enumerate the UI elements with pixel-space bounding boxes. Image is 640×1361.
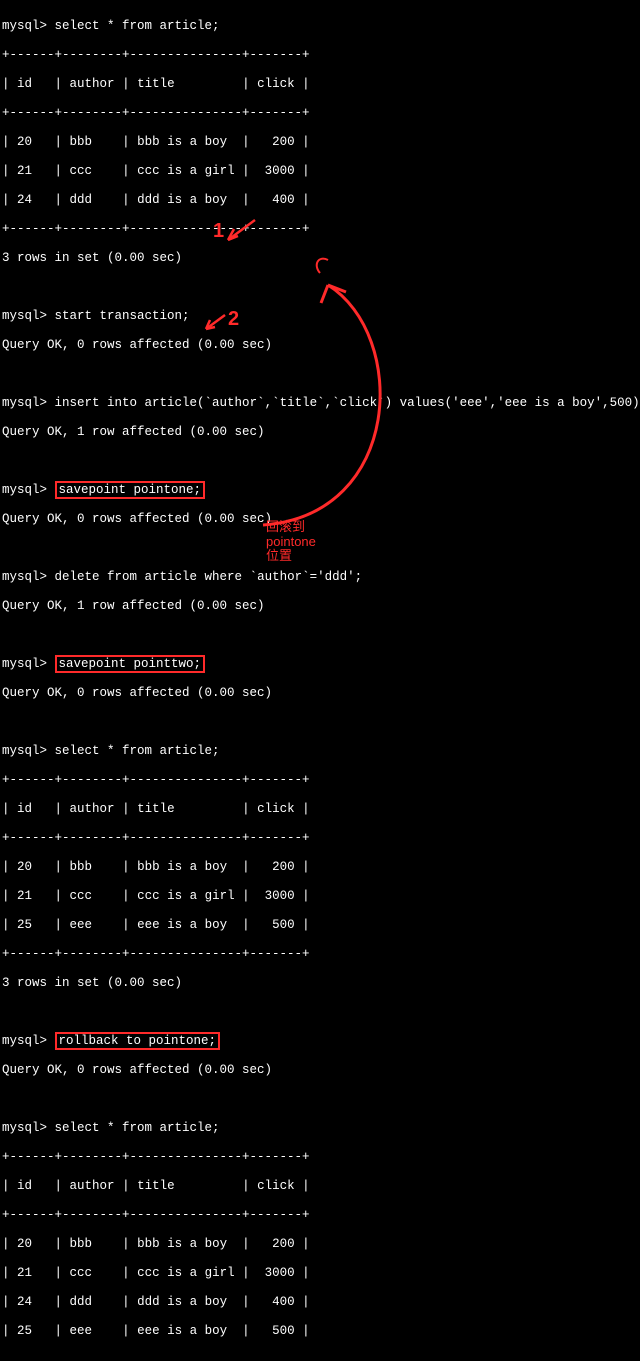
table-border: +------+--------+---------------+-------… bbox=[2, 1208, 638, 1223]
table-border: +------+--------+---------------+-------… bbox=[2, 48, 638, 63]
prompt: mysql> bbox=[2, 396, 47, 410]
cmd-text: start transaction; bbox=[55, 309, 190, 323]
blank-line bbox=[2, 628, 638, 643]
table-row: | 21 | ccc | ccc is a girl | 3000 | bbox=[2, 1266, 638, 1281]
table-row: | 25 | eee | eee is a boy | 500 | bbox=[2, 918, 638, 933]
prompt: mysql> bbox=[2, 1034, 47, 1048]
blank-line bbox=[2, 541, 638, 556]
table-row: | 20 | bbb | bbb is a boy | 200 | bbox=[2, 860, 638, 875]
prompt: mysql> bbox=[2, 744, 47, 758]
cmd-text: insert into article(`author`,`title`,`cl… bbox=[55, 396, 640, 410]
table-row: | 20 | bbb | bbb is a boy | 200 | bbox=[2, 1237, 638, 1252]
cmd-line[interactable]: mysql> select * from article; bbox=[2, 1121, 638, 1136]
table-border: +------+--------+---------------+-------… bbox=[2, 773, 638, 788]
query-ok: Query OK, 0 rows affected (0.00 sec) bbox=[2, 338, 638, 353]
blank-line bbox=[2, 1092, 638, 1107]
highlight-savepoint-1: savepoint pointone; bbox=[55, 481, 206, 500]
cmd-text: delete from article where `author`='ddd'… bbox=[55, 570, 363, 584]
prompt: mysql> bbox=[2, 657, 47, 671]
blank-line bbox=[2, 280, 638, 295]
table-row: | 21 | ccc | ccc is a girl | 3000 | bbox=[2, 889, 638, 904]
table-header: | id | author | title | click | bbox=[2, 77, 638, 92]
cmd-line[interactable]: mysql> rollback to pointone; bbox=[2, 1034, 638, 1049]
query-ok: Query OK, 0 rows affected (0.00 sec) bbox=[2, 512, 638, 527]
blank-line bbox=[2, 715, 638, 730]
blank-line bbox=[2, 1005, 638, 1020]
prompt: mysql> bbox=[2, 19, 47, 33]
table-row: | 21 | ccc | ccc is a girl | 3000 | bbox=[2, 164, 638, 179]
terminal-output: mysql> select * from article; +------+--… bbox=[0, 0, 640, 1361]
table-border: +------+--------+---------------+-------… bbox=[2, 106, 638, 121]
prompt: mysql> bbox=[2, 309, 47, 323]
table-border: +------+--------+---------------+-------… bbox=[2, 1150, 638, 1165]
cmd-text: select * from article; bbox=[55, 744, 220, 758]
table-row: | 20 | bbb | bbb is a boy | 200 | bbox=[2, 135, 638, 150]
cmd-line[interactable]: mysql> savepoint pointone; bbox=[2, 483, 638, 498]
rows-in-set: 3 rows in set (0.00 sec) bbox=[2, 976, 638, 991]
query-ok: Query OK, 0 rows affected (0.00 sec) bbox=[2, 1063, 638, 1078]
table-border: +------+--------+---------------+-------… bbox=[2, 947, 638, 962]
table-row: | 24 | ddd | ddd is a boy | 400 | bbox=[2, 1295, 638, 1310]
table-border: +------+--------+---------------+-------… bbox=[2, 222, 638, 237]
cmd-line[interactable]: mysql> delete from article where `author… bbox=[2, 570, 638, 585]
query-ok: Query OK, 1 row affected (0.00 sec) bbox=[2, 425, 638, 440]
highlight-savepoint-2: savepoint pointtwo; bbox=[55, 655, 206, 674]
table-header: | id | author | title | click | bbox=[2, 802, 638, 817]
rows-in-set: 3 rows in set (0.00 sec) bbox=[2, 251, 638, 266]
table-row: | 25 | eee | eee is a boy | 500 | bbox=[2, 1324, 638, 1339]
cmd-line[interactable]: mysql> select * from article; bbox=[2, 19, 638, 34]
cmd-line[interactable]: mysql> select * from article; bbox=[2, 744, 638, 759]
table-row: | 24 | ddd | ddd is a boy | 400 | bbox=[2, 193, 638, 208]
query-ok: Query OK, 0 rows affected (0.00 sec) bbox=[2, 686, 638, 701]
highlight-rollback: rollback to pointone; bbox=[55, 1032, 221, 1051]
blank-line bbox=[2, 454, 638, 469]
query-ok: Query OK, 1 row affected (0.00 sec) bbox=[2, 599, 638, 614]
cmd-text: select * from article; bbox=[55, 19, 220, 33]
table-border: +------+--------+---------------+-------… bbox=[2, 831, 638, 846]
prompt: mysql> bbox=[2, 1121, 47, 1135]
cmd-line[interactable]: mysql> savepoint pointtwo; bbox=[2, 657, 638, 672]
table-header: | id | author | title | click | bbox=[2, 1179, 638, 1194]
cmd-line[interactable]: mysql> insert into article(`author`,`tit… bbox=[2, 396, 638, 411]
cmd-text: select * from article; bbox=[55, 1121, 220, 1135]
cmd-line[interactable]: mysql> start transaction; bbox=[2, 309, 638, 324]
prompt: mysql> bbox=[2, 483, 47, 497]
blank-line bbox=[2, 367, 638, 382]
prompt: mysql> bbox=[2, 570, 47, 584]
